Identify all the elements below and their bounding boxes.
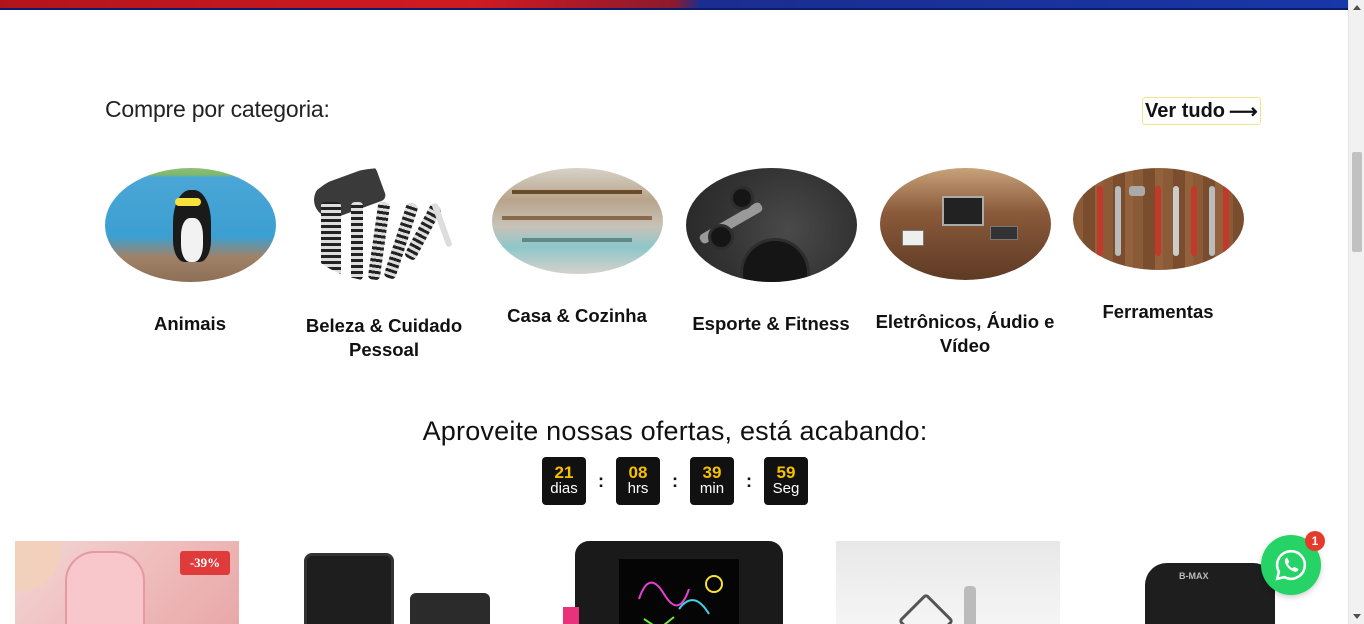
countdown-timer: 21 dias : 08 hrs : 39 min : 59 Seg [0, 457, 1350, 505]
category-label: Esporte & Fitness [692, 313, 850, 334]
product-image [304, 553, 394, 624]
countdown-value: 08 [628, 463, 648, 482]
scroll-up-icon[interactable] [1353, 5, 1361, 10]
whatsapp-icon [1275, 549, 1307, 581]
category-label: Animais [154, 313, 226, 334]
countdown-unit: Seg [772, 480, 800, 497]
product-image [65, 551, 145, 624]
category-image-esporte [685, 168, 857, 282]
countdown-minutes: 39 min [690, 457, 734, 505]
category-animais[interactable]: Animais [95, 168, 285, 336]
category-image-ferramentas [1072, 168, 1244, 270]
countdown-unit: dias [550, 480, 578, 497]
product-image [1145, 563, 1275, 624]
page: Compre por categoria: Ver tudo ⟶ Animais… [0, 0, 1364, 624]
discount-badge: -39% [180, 551, 230, 575]
countdown-seconds: 59 Seg [764, 457, 808, 505]
countdown-separator: : [598, 470, 604, 491]
countdown-value: 39 [702, 463, 722, 482]
countdown-hours: 08 hrs [616, 457, 660, 505]
arrow-right-icon: ⟶ [1229, 100, 1258, 123]
countdown-days: 21 dias [542, 457, 586, 505]
product-card-drawing-tablet[interactable] [563, 541, 787, 624]
product-card-bottle[interactable]: -39% [15, 541, 239, 624]
category-eletronicos[interactable]: Eletrônicos, Áudio e Vídeo [870, 168, 1060, 358]
product-brand-text: B-MAX [1179, 571, 1209, 581]
see-all-link[interactable]: Ver tudo ⟶ [1142, 97, 1261, 125]
category-esporte-fitness[interactable]: Esporte & Fitness [676, 168, 866, 336]
countdown-value: 59 [776, 463, 796, 482]
countdown-separator: : [746, 470, 752, 491]
category-label: Beleza & Cuidado Pessoal [305, 315, 463, 360]
category-beleza[interactable]: Beleza & Cuidado Pessoal [289, 168, 479, 362]
category-label: Eletrônicos, Áudio e Vídeo [875, 311, 1055, 356]
category-image-casa [491, 168, 663, 274]
category-image-animais [104, 168, 276, 282]
countdown-separator: : [672, 470, 678, 491]
category-casa-cozinha[interactable]: Casa & Cozinha [482, 168, 672, 328]
see-all-label: Ver tudo [1145, 99, 1226, 122]
category-section-title: Compre por categoria: [105, 96, 330, 122]
product-card-tool-kit[interactable] [290, 541, 514, 624]
category-image-beleza [298, 168, 470, 282]
scrollbar-thumb[interactable] [1352, 152, 1362, 252]
whatsapp-notification-badge: 1 [1305, 531, 1325, 551]
offers-title: Aproveite nossas ofertas, está acabando: [422, 416, 928, 446]
countdown-unit: min [699, 480, 725, 497]
category-label: Casa & Cozinha [507, 305, 647, 326]
product-card-lamp[interactable] [836, 541, 1060, 624]
countdown-value: 21 [554, 463, 574, 482]
countdown-unit: hrs [627, 480, 649, 497]
top-banner-strip [0, 0, 1348, 10]
category-image-eletronicos [879, 168, 1051, 280]
product-image [897, 592, 955, 624]
category-ferramentas[interactable]: Ferramentas [1063, 168, 1253, 324]
scrollbar[interactable] [1348, 0, 1364, 624]
category-label: Ferramentas [1102, 301, 1214, 322]
scroll-down-icon[interactable] [1353, 614, 1361, 619]
